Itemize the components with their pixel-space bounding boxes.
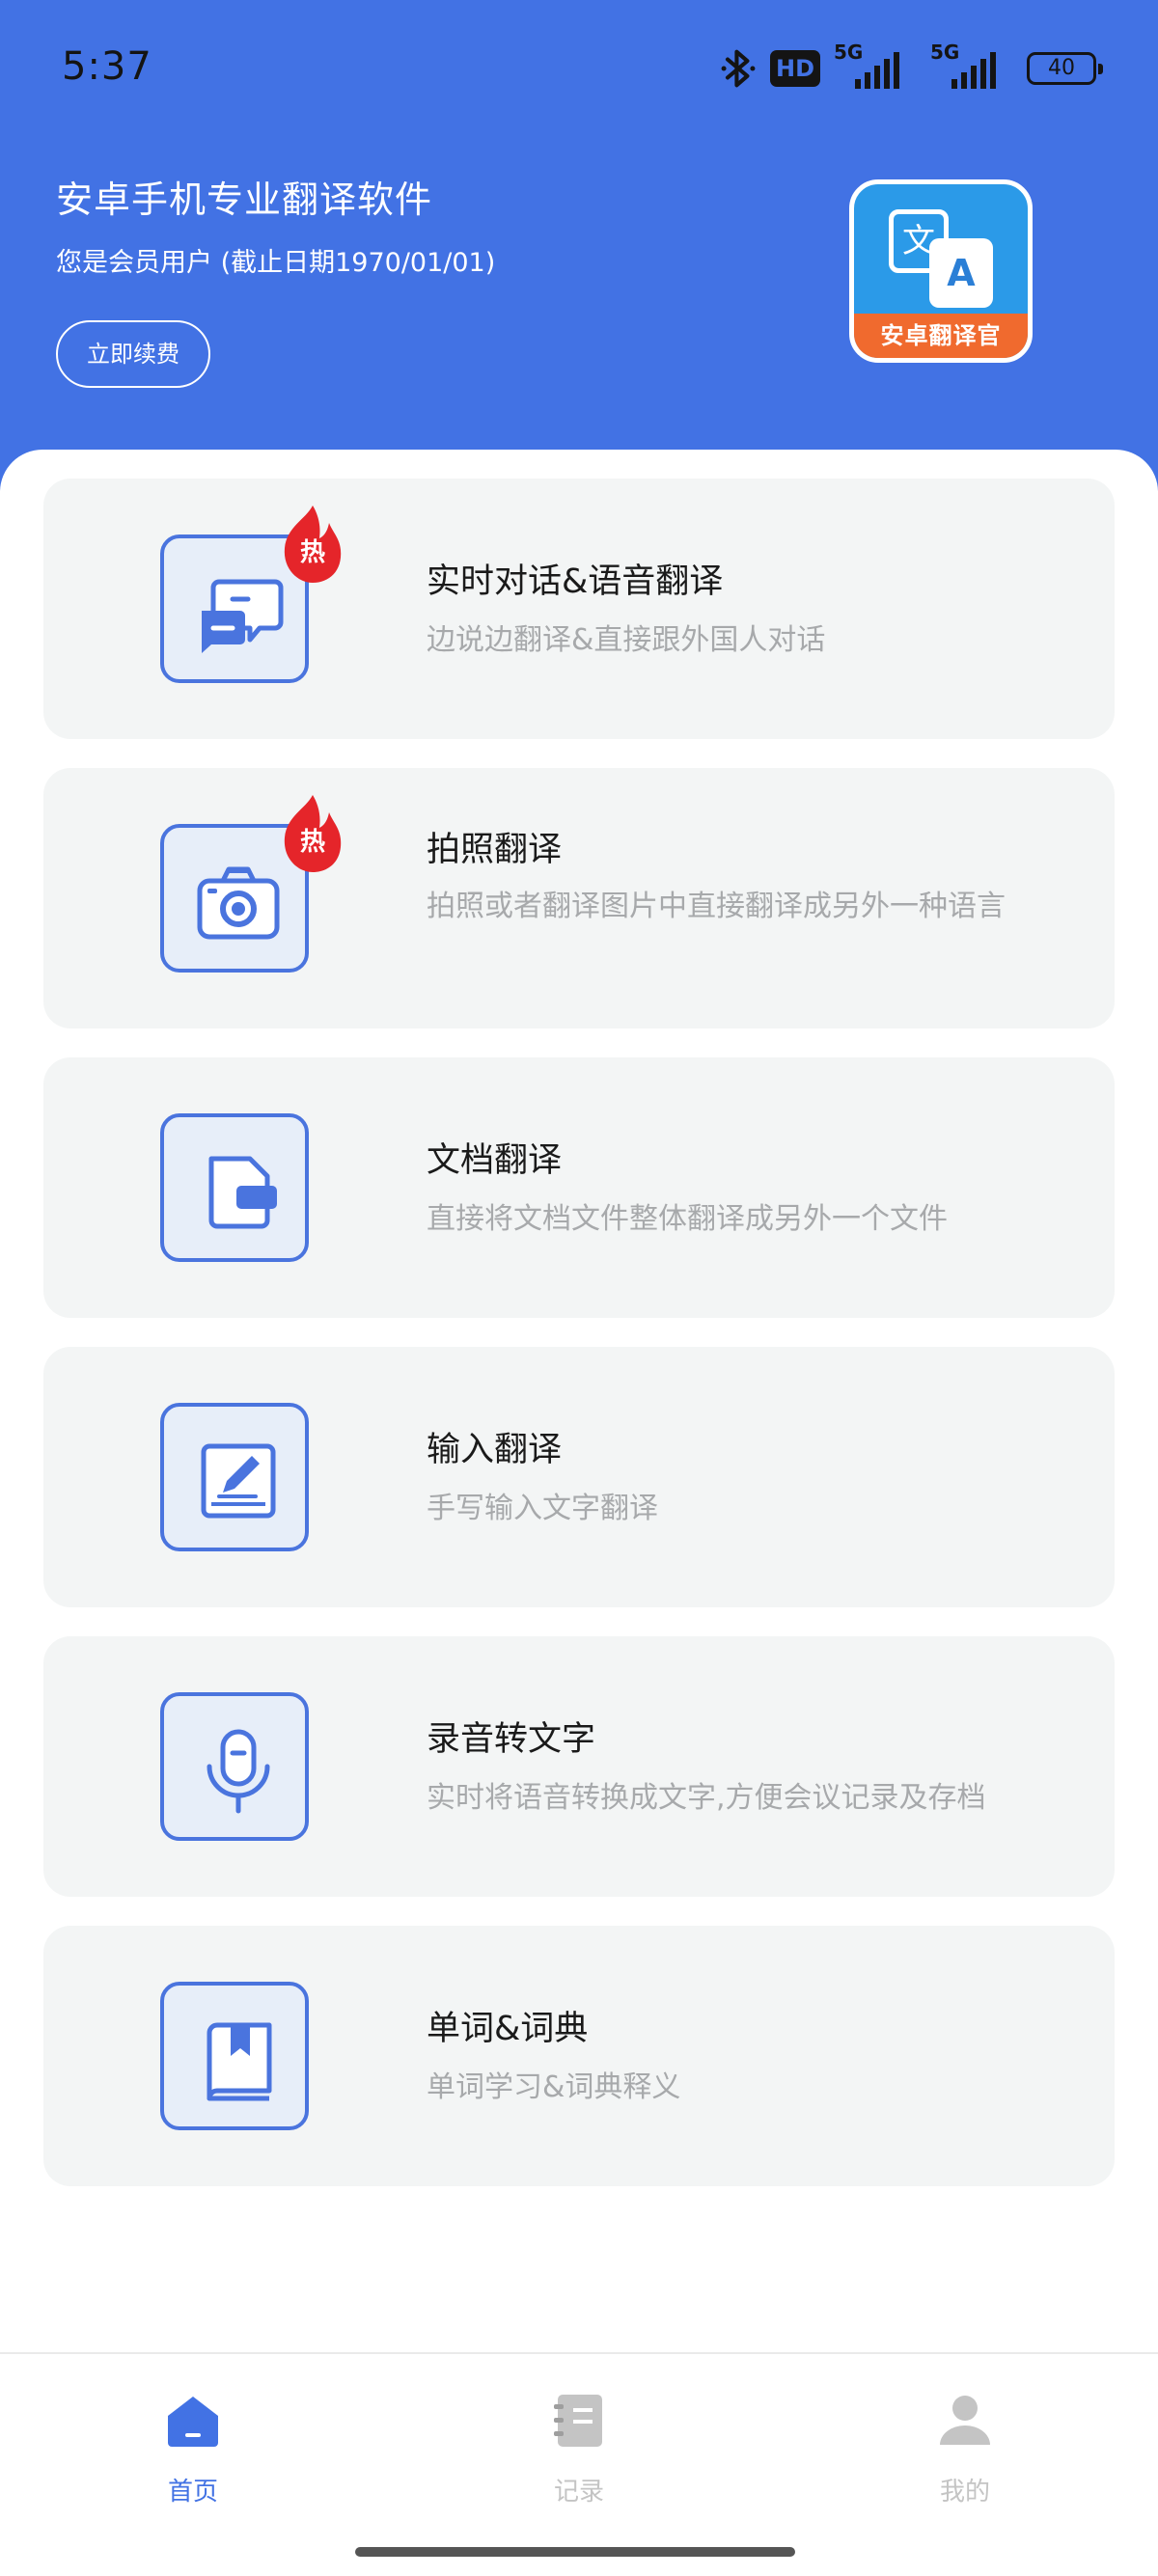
nav-tab-records[interactable]: 记录: [502, 2391, 656, 2526]
app-logo: 文 A 安卓翻译官: [849, 179, 1033, 363]
document-icon: [208, 1156, 277, 1229]
status-bar: 5:37 HD 5G 5G 40: [0, 0, 1158, 135]
nav-label-records: 记录: [553, 2478, 604, 2507]
feature-title: 实时对话&语音翻译: [427, 562, 724, 601]
icon-tile: [160, 1692, 309, 1841]
feature-description: 直接将文档文件整体翻译成另外一个文件: [427, 1202, 948, 1236]
feature-description: 单词学习&词典释义: [427, 2070, 681, 2104]
dictionary-icon: [207, 2022, 272, 2101]
hot-badge: 热: [277, 793, 348, 874]
camera-icon: [197, 866, 280, 940]
bluetooth-icon: [721, 49, 756, 88]
nav-tab-home[interactable]: 首页: [116, 2391, 270, 2526]
status-icons: HD 5G 5G 40: [720, 41, 1103, 93]
feature-title: 单词&词典: [427, 2010, 589, 2048]
hot-badge: 热: [277, 504, 348, 585]
icon-tile: [160, 1403, 309, 1551]
status-time: 5:37: [62, 44, 152, 89]
member-status: 您是会员用户 (截止日期1970/01/01): [56, 248, 496, 278]
hd-voice-badge: HD: [770, 50, 820, 87]
home-indicator[interactable]: [355, 2547, 795, 2557]
renew-button[interactable]: 立即续费: [56, 320, 210, 388]
bottom-navigation: 首页 记录 我的: [0, 2352, 1158, 2576]
nav-tab-profile[interactable]: 我的: [888, 2391, 1042, 2526]
chat-bubbles-icon: [202, 579, 284, 653]
feature-description: 边说边翻译&直接跟外国人对话: [427, 623, 826, 657]
hot-label: 热: [299, 828, 325, 857]
feature-card-input-translate[interactable]: 输入翻译 手写输入文字翻译: [43, 1347, 1115, 1607]
icon-tile: [160, 1113, 309, 1262]
app-title: 安卓手机专业翻译软件: [56, 178, 433, 221]
battery-icon: 40: [1027, 52, 1103, 85]
edit-book-icon: [201, 1443, 276, 1519]
signal-strength-icon: 5G: [930, 41, 1013, 91]
feature-card-realtime-dialogue[interactable]: 热 实时对话&语音翻译 边说边翻译&直接跟外国人对话: [43, 479, 1115, 739]
feature-title: 输入翻译: [427, 1431, 563, 1469]
icon-tile: [160, 1982, 309, 2130]
profile-icon: [940, 2396, 990, 2445]
feature-title: 文档翻译: [427, 1141, 563, 1180]
feature-description: 手写输入文字翻译: [427, 1492, 658, 1525]
logo-glyph-en: A: [929, 238, 993, 308]
feature-card-document-translate[interactable]: 文档翻译 直接将文档文件整体翻译成另外一个文件: [43, 1057, 1115, 1318]
nav-label-profile: 我的: [939, 2478, 990, 2507]
feature-description: 实时将语音转换成文字,方便会议记录及存档: [427, 1781, 986, 1815]
feature-card-recording-to-text[interactable]: 录音转文字 实时将语音转换成文字,方便会议记录及存档: [43, 1636, 1115, 1897]
nav-label-home: 首页: [167, 2478, 218, 2507]
signal-strength-icon: 5G: [834, 41, 917, 91]
feature-list: 热 实时对话&语音翻译 边说边翻译&直接跟外国人对话 热 拍照翻译 拍照或者翻译…: [0, 450, 1158, 2379]
feature-card-word-dictionary[interactable]: 单词&词典 单词学习&词典释义: [43, 1926, 1115, 2186]
feature-card-photo-translate[interactable]: 热 拍照翻译 拍照或者翻译图片中直接翻译成另外一种语言: [43, 768, 1115, 1028]
feature-title: 拍照翻译: [427, 831, 563, 869]
records-icon: [554, 2395, 602, 2447]
hot-label: 热: [299, 538, 325, 567]
microphone-icon: [207, 1729, 270, 1814]
feature-title: 录音转文字: [427, 1720, 596, 1759]
logo-text: 安卓翻译官: [854, 314, 1028, 358]
feature-description: 拍照或者翻译图片中直接翻译成另外一种语言: [427, 890, 1006, 923]
home-icon: [168, 2397, 218, 2447]
